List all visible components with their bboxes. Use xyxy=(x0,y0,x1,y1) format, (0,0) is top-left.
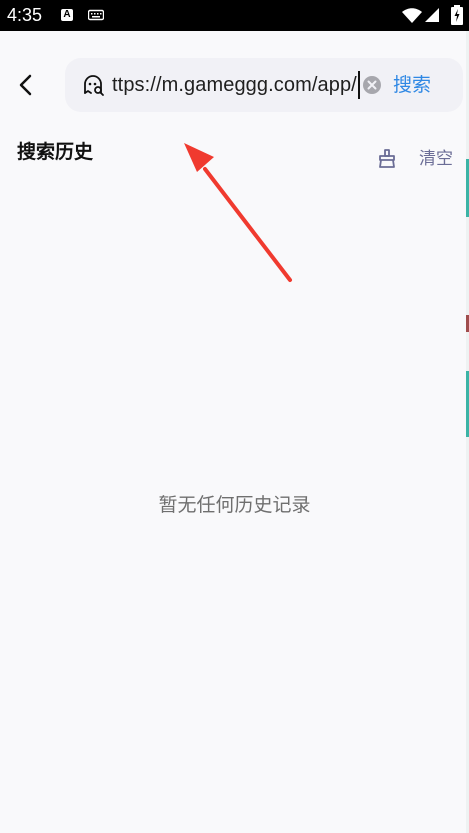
search-ghost-icon xyxy=(84,75,104,96)
empty-history-message: 暂无任何历史记录 xyxy=(158,494,311,516)
keyboard-icon xyxy=(88,9,104,21)
search-screen: 搜索 搜索历史 清空 暂无任何历史记录 xyxy=(0,31,469,833)
status-time: 4:35 xyxy=(7,5,43,25)
clear-history-button[interactable]: 清空 xyxy=(374,145,459,173)
input-method-icon: A xyxy=(61,9,73,21)
close-circle-icon[interactable] xyxy=(362,75,382,95)
search-box[interactable]: 搜索 xyxy=(65,58,463,112)
back-button[interactable] xyxy=(8,67,44,103)
chevron-left-icon xyxy=(19,74,32,96)
search-input[interactable] xyxy=(112,69,362,101)
broom-icon xyxy=(379,149,395,168)
status-bar: 4:35 A xyxy=(0,0,469,31)
search-history-title: 搜索历史 xyxy=(17,141,94,163)
search-button[interactable]: 搜索 xyxy=(393,71,437,99)
battery-icon xyxy=(451,5,463,25)
signal-icon xyxy=(425,8,439,22)
input-method-label: A xyxy=(63,9,71,20)
clear-history-label: 清空 xyxy=(419,149,453,169)
text-cursor xyxy=(358,71,360,99)
annotation-arrow-icon xyxy=(184,143,292,282)
wifi-icon xyxy=(402,8,422,23)
